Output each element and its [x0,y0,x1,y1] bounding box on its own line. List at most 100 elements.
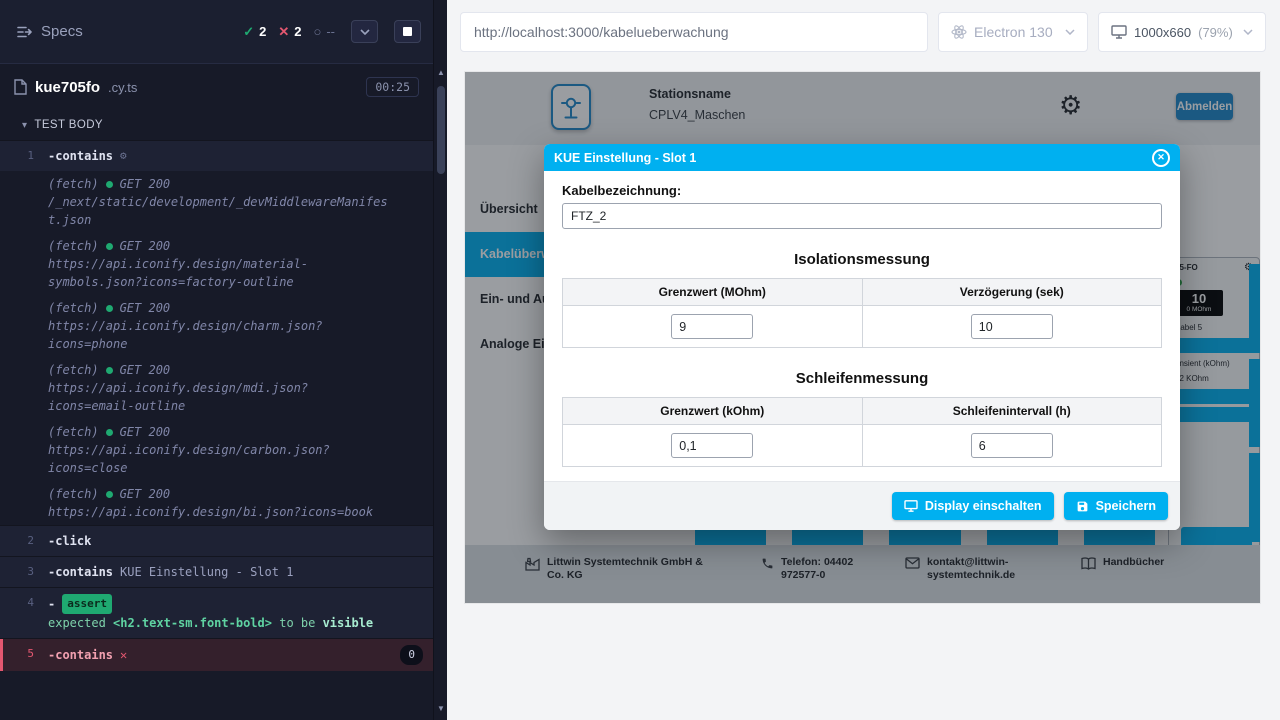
kue-settings-modal: KUE Einstellung - Slot 1 ✕ Kabelbezeichn… [544,144,1180,530]
specs-menu-button[interactable]: Specs [16,23,83,40]
modal-footer: Display einschalten Speichern [544,481,1180,530]
assert-badge: assert [62,594,112,614]
collapse-all-button[interactable] [351,20,378,43]
viewport-select[interactable]: 1000x660 (79%) [1098,12,1266,52]
browser-select[interactable]: Electron 130 [938,12,1088,52]
stat-passed[interactable]: ✓2 [243,24,266,40]
command-row-click[interactable]: 2 -click [0,525,433,556]
fetch-label: (fetch) [48,485,99,503]
log-url: https://api.iconify.design/charm.json?ic… [48,317,392,353]
command-line-number: 2 [0,532,48,550]
loop-col1-header: Grenzwert (kOhm) [563,398,863,425]
command-row-contains-2[interactable]: 3 -contains KUE Einstellung - Slot 1 [0,556,433,587]
status-dot-icon [106,243,113,250]
network-log-row[interactable]: (fetch)GET 200 https://api.iconify.desig… [0,419,433,481]
iso-limit-cell [563,306,863,348]
network-log-row[interactable]: (fetch) GET 200 /_next/static/development… [0,171,433,233]
assert-condition: visible [323,616,374,630]
command-line-number: 3 [0,563,48,581]
app-under-test: Stationsname CPLV4_Maschen ⚙ Abmelden Üb… [465,72,1260,603]
test-body-toggle[interactable]: ▾ TEST BODY [0,110,433,140]
command-row-contains-failed[interactable]: 5 -contains ✕ 0 [0,638,433,671]
spec-file-icon [14,79,27,95]
network-log-row[interactable]: (fetch) GET 200 https://api.iconify.desig… [0,481,433,525]
loop-table: Grenzwert (kOhm) Schleifenintervall (h) [562,397,1162,467]
modal-body: Kabelbezeichnung: Isolationsmessung Gren… [544,171,1180,467]
reporter-scrollbar-thumb[interactable] [437,86,445,174]
passed-count: 2 [259,24,266,39]
cross-icon: ✕ [278,24,289,40]
reporter-scrollbar[interactable]: ▲ ▼ [433,0,447,720]
display-on-button[interactable]: Display einschalten [892,492,1054,520]
status-dot-icon [106,181,113,188]
modal-header: KUE Einstellung - Slot 1 ✕ [544,144,1180,171]
log-url: https://api.iconify.design/mdi.json?icon… [48,379,392,415]
network-log-row[interactable]: (fetch)GET 200 https://api.iconify.desig… [0,295,433,357]
log-status: GET 200 [120,423,171,441]
loop-interval-input[interactable] [971,433,1053,458]
cypress-reporter: Specs ✓2 ✕2 ○-- kue705fo .cy.ts 00:25 ▾ … [0,0,433,720]
chevron-down-icon [360,29,370,35]
fetch-label: (fetch) [48,361,99,379]
stat-pending[interactable]: ○-- [313,24,335,39]
isolation-section-title: Isolationsmessung [562,251,1162,268]
stop-run-button[interactable] [394,20,421,43]
network-log-row[interactable]: (fetch) GET 200 https://api.iconify.desig… [0,357,433,419]
assert-target-selector: <h2.text-sm.font-bold> [113,616,272,630]
run-stats: ✓2 ✕2 ○-- [243,20,421,43]
network-log-row[interactable]: (fetch)GET 200 https://api.iconify.desig… [0,233,433,295]
scroll-up-arrow-icon[interactable]: ▲ [434,66,448,80]
spec-name: kue705fo [35,79,100,96]
fetch-label: (fetch) [48,175,99,193]
command-line-number: 5 [0,645,48,663]
electron-icon [951,24,967,40]
spec-header[interactable]: kue705fo .cy.ts 00:25 [0,64,433,110]
command-message: KUE Einstellung - Slot 1 [120,563,293,581]
log-status: GET 200 [120,175,171,193]
command-method: -contains [48,147,113,165]
status-dot-icon [106,429,113,436]
log-url: https://api.iconify.design/carbon.json?i… [48,441,392,477]
pending-count: -- [326,24,335,39]
iso-col2-header: Verzögerung (sek) [862,279,1162,306]
status-dot-icon [106,305,113,312]
fetch-label: (fetch) [48,237,99,255]
iso-delay-input[interactable] [971,314,1053,339]
loop-limit-input[interactable] [671,433,753,458]
loop-interval-cell [862,425,1162,467]
command-method: -contains [48,646,113,664]
spec-extension: .cy.ts [108,80,137,95]
command-log: 1 -contains ⚙ (fetch) GET 200 /_next/stat… [0,140,433,720]
log-url: /_next/static/development/_devMiddleware… [48,193,392,229]
fail-cross-icon: ✕ [120,646,127,664]
cable-name-input[interactable] [562,203,1162,229]
chevron-down-icon [1243,29,1253,35]
iso-limit-input[interactable] [671,314,753,339]
failed-count: 2 [294,24,301,39]
log-count-badge: 0 [400,645,423,665]
stat-failed[interactable]: ✕2 [278,24,301,40]
assert-connector: to be [279,616,315,630]
log-status: GET 200 [120,485,171,503]
url-input[interactable] [460,12,928,52]
stop-icon [403,27,412,36]
command-row-assert[interactable]: 4 - assert expected <h2.text-sm.font-bol… [0,587,433,638]
log-url: https://api.iconify.design/bi.json?icons… [48,503,392,521]
check-icon: ✓ [243,24,254,40]
assert-expected: expected [48,616,106,630]
isolation-table: Grenzwert (MOhm) Verzögerung (sek) [562,278,1162,348]
command-row-contains-1[interactable]: 1 -contains ⚙ [0,140,433,171]
status-dot-icon [106,367,113,374]
iso-delay-cell [862,306,1162,348]
log-status: GET 200 [120,361,171,379]
command-line-number: 1 [0,147,48,165]
loop-section-title: Schleifenmessung [562,370,1162,387]
loop-limit-cell [563,425,863,467]
test-body-label: TEST BODY [34,119,103,131]
scroll-down-arrow-icon[interactable]: ▼ [434,702,448,716]
close-icon[interactable]: ✕ [1152,149,1170,167]
monitor-icon [904,500,918,512]
reporter-header: Specs ✓2 ✕2 ○-- [0,0,433,64]
save-button[interactable]: Speichern [1064,492,1168,520]
loop-col2-header: Schleifenintervall (h) [862,398,1162,425]
